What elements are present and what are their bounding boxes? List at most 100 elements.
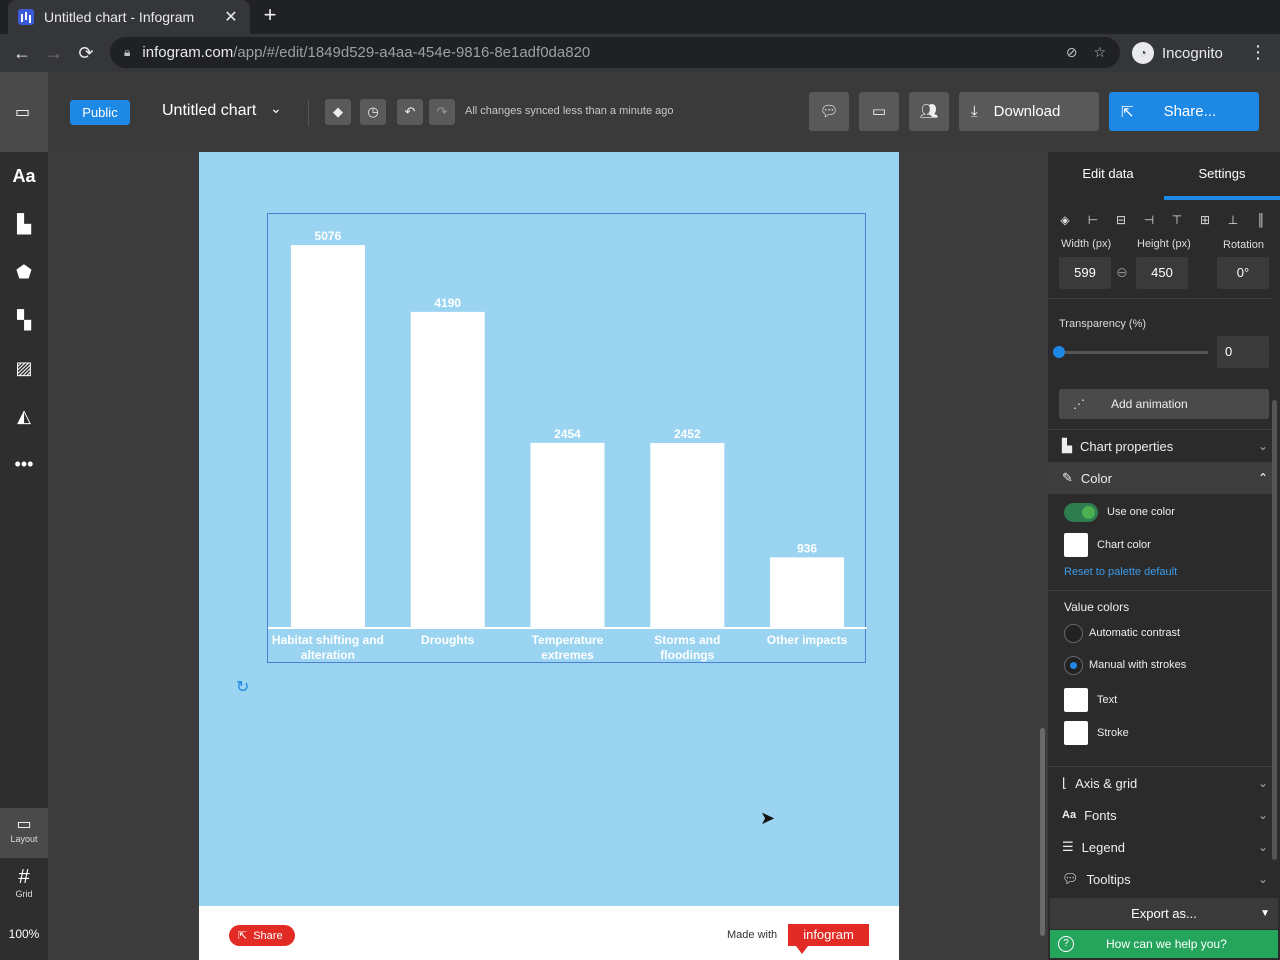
people-icon: 👥︎: [919, 103, 939, 120]
download-button[interactable]: ⤓ Download: [959, 92, 1099, 131]
align-left-icon[interactable]: ⊢: [1084, 211, 1102, 229]
stroke-color-swatch[interactable]: [1064, 721, 1088, 745]
panel-scrollbar[interactable]: [1272, 400, 1277, 860]
chart-bar[interactable]: [530, 442, 605, 628]
height-input[interactable]: 450: [1136, 257, 1188, 289]
section-legend[interactable]: ☰ Legend ⌄: [1048, 831, 1272, 863]
chevron-down-icon[interactable]: ⌄: [270, 100, 282, 117]
caret-down-icon: ▼: [1260, 908, 1270, 919]
section-tooltips[interactable]: 💬︎ Tooltips ⌄: [1048, 863, 1272, 895]
layout-button[interactable]: ▭ Layout: [0, 808, 48, 858]
use-one-color-toggle[interactable]: [1064, 503, 1098, 522]
new-tab-icon[interactable]: +: [258, 4, 282, 28]
tab-settings[interactable]: Settings: [1164, 152, 1280, 200]
chevron-down-icon: ⌄: [1257, 840, 1268, 854]
text-color-swatch[interactable]: [1064, 688, 1088, 712]
grid-button[interactable]: # Grid: [0, 860, 48, 908]
browser-menu-icon[interactable]: ⋮: [1248, 42, 1268, 63]
align-bottom-icon[interactable]: ⊥: [1224, 211, 1242, 229]
chart-name[interactable]: Untitled chart: [162, 102, 256, 120]
chevron-down-icon: ⌄: [1257, 776, 1268, 790]
category-label: extremes: [541, 648, 594, 662]
text-tool-icon[interactable]: Aa: [0, 158, 48, 194]
share-icon: ⇱: [1121, 103, 1134, 121]
close-tab-icon[interactable]: ✕: [222, 7, 240, 27]
chart-bar[interactable]: [650, 442, 725, 628]
download-icon: ⤓: [971, 103, 978, 120]
image-tool-icon[interactable]: ▨: [0, 350, 48, 386]
stroke-color-label: Stroke: [1097, 727, 1129, 739]
public-button[interactable]: Public: [70, 100, 130, 125]
automatic-contrast-radio[interactable]: [1064, 624, 1083, 643]
transparency-input[interactable]: 0: [1217, 336, 1269, 368]
section-chart-properties[interactable]: ▙ Chart properties ⌄: [1048, 430, 1272, 462]
distribute-icon[interactable]: ║: [1252, 211, 1270, 229]
infogram-logo[interactable]: infogram: [788, 924, 869, 954]
align-center-icon[interactable]: ⊟: [1112, 211, 1130, 229]
link-ratio-icon[interactable]: ⊖: [1116, 264, 1128, 281]
align-middle-icon[interactable]: ⊞: [1196, 211, 1214, 229]
chart-bar[interactable]: [410, 311, 485, 628]
add-animation-button[interactable]: ⋰ Add animation: [1059, 389, 1269, 419]
chart-color-swatch[interactable]: [1064, 533, 1088, 557]
manual-strokes-radio[interactable]: [1064, 656, 1083, 675]
align-top-icon[interactable]: ⊤: [1168, 211, 1186, 229]
home-cell[interactable]: ▭: [0, 72, 48, 152]
layout-blocks-icon[interactable]: ▚: [0, 302, 48, 338]
forward-arrow-icon[interactable]: →: [42, 42, 66, 64]
section-color[interactable]: ✎ Color ⌃: [1048, 462, 1272, 494]
map-tool-icon[interactable]: ⬟: [0, 254, 48, 290]
undo-icon[interactable]: ↶: [397, 99, 423, 125]
help-button[interactable]: ? How can we help you?: [1050, 930, 1278, 958]
laptop-icon: ▭: [16, 816, 32, 833]
incognito-indicator[interactable]: ◔ Incognito: [1132, 40, 1223, 66]
section-axis-grid[interactable]: ⌊ Axis & grid ⌄: [1048, 767, 1272, 799]
rotation-input[interactable]: 0°: [1217, 257, 1269, 289]
bar-value-label: 5076: [315, 229, 342, 243]
section-label: Fonts: [1084, 807, 1117, 823]
chart-tool-icon[interactable]: ▙: [0, 206, 48, 242]
section-label: Chart properties: [1080, 438, 1174, 454]
footer-share-button[interactable]: ⇱ Share: [229, 925, 295, 946]
bar-value-label: 2452: [674, 427, 701, 441]
collaborators-button[interactable]: 👥︎: [909, 92, 949, 131]
reset-palette-link[interactable]: Reset to palette default: [1064, 566, 1177, 578]
category-label: alteration: [301, 648, 355, 662]
chart-bar[interactable]: [290, 245, 365, 628]
more-tools-icon[interactable]: •••: [0, 446, 48, 482]
reload-icon[interactable]: ⟳: [74, 42, 98, 64]
tracking-blocked-icon[interactable]: ⊘: [1066, 44, 1078, 61]
layers-icon[interactable]: ◈: [1056, 211, 1074, 229]
chevron-down-icon: ⌄: [1257, 872, 1268, 886]
history-icon[interactable]: ◷: [360, 99, 386, 125]
transparency-slider[interactable]: [1059, 351, 1208, 354]
redo-icon[interactable]: ↷: [429, 99, 455, 125]
share-button[interactable]: ⇱ Share...: [1109, 92, 1259, 131]
canvas-scrollbar[interactable]: [1040, 728, 1045, 936]
tab-edit-data[interactable]: Edit data: [1050, 152, 1166, 200]
width-input[interactable]: 599: [1059, 257, 1111, 289]
export-label: Export as...: [1131, 906, 1197, 921]
align-right-icon[interactable]: ⊣: [1140, 211, 1158, 229]
bookmark-star-icon[interactable]: ☆: [1093, 44, 1106, 61]
value-colors-title: Value colors: [1064, 600, 1130, 614]
zoom-level[interactable]: 100%: [0, 916, 48, 952]
chevron-up-icon: ⌃: [1257, 471, 1268, 485]
category-label: floodings: [660, 648, 714, 662]
preview-button[interactable]: ▭: [859, 92, 899, 131]
chart-bar[interactable]: [770, 557, 845, 628]
chart-selection[interactable]: 5076 Habitat shifting and alteration 4190 Dr…: [267, 213, 867, 663]
divider: [1048, 590, 1272, 591]
export-as-button[interactable]: Export as... ▼: [1050, 898, 1278, 929]
refresh-icon[interactable]: ↻: [236, 677, 249, 697]
address-bar[interactable]: 🔒︎ infogram.com /app/#/edit/1849d529-a4a…: [110, 37, 1120, 68]
browser-tab[interactable]: Untitled chart - Infogram ✕: [8, 0, 250, 34]
back-arrow-icon[interactable]: ←: [10, 42, 34, 64]
align-toolbar: ◈ ⊢ ⊟ ⊣ ⊤ ⊞ ⊥ ║: [1048, 206, 1280, 234]
transparency-slider-handle[interactable]: [1053, 346, 1065, 358]
tag-icon[interactable]: ◆: [325, 99, 351, 125]
section-fonts[interactable]: Aa Fonts ⌄: [1048, 799, 1272, 831]
comments-button[interactable]: 💬︎: [809, 92, 849, 131]
width-label: Width (px): [1061, 238, 1112, 250]
shapes-tool-icon[interactable]: ◭: [0, 398, 48, 434]
